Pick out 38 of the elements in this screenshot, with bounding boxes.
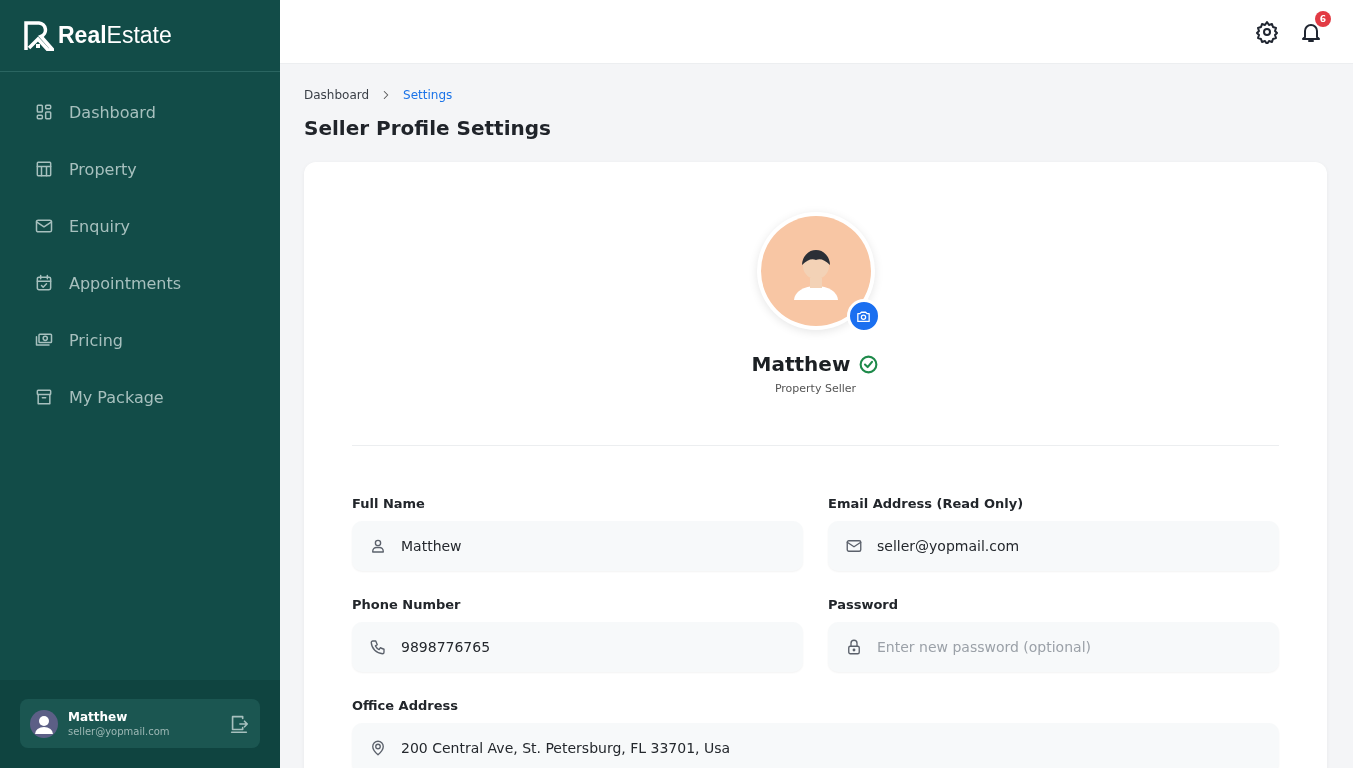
nav-item[interactable]: Enquiry xyxy=(34,208,131,244)
input-field[interactable]: 200 Central Ave, St. Petersburg, FL 33701, Usa xyxy=(352,723,1279,768)
brand-name: RealEstate xyxy=(58,22,172,49)
archive-box-icon xyxy=(34,387,54,407)
profile-role: Property Seller xyxy=(774,382,857,395)
settings-icon xyxy=(1255,19,1279,44)
user-email: seller@yopmail.com xyxy=(68,726,171,737)
page-title: Seller Profile Settings xyxy=(304,116,552,140)
logo-icon xyxy=(24,20,54,51)
user-name: Matthew xyxy=(68,710,129,724)
mail-icon xyxy=(34,216,54,236)
field-label: Office Address xyxy=(352,698,459,713)
field-label: Phone Number xyxy=(352,597,462,612)
location-pin-icon xyxy=(369,739,387,757)
grid-icon xyxy=(34,102,54,122)
calendar-check-icon xyxy=(34,273,54,293)
mail-icon xyxy=(845,537,863,555)
avatar-icon xyxy=(30,709,58,738)
nav-item[interactable]: Pricing xyxy=(34,322,123,358)
nav-item[interactable]: Appointments xyxy=(34,265,182,301)
phone-icon xyxy=(369,638,387,656)
person-icon xyxy=(369,537,387,555)
breadcrumb-link[interactable]: Dashboard xyxy=(304,88,370,102)
input-field[interactable]: 9898776765 xyxy=(352,622,803,672)
nav-item[interactable]: Property xyxy=(34,151,137,187)
settings-button[interactable] xyxy=(1255,19,1279,44)
field-label: Full Name xyxy=(352,496,426,511)
nav-item[interactable]: Dashboard xyxy=(34,94,156,130)
input-field[interactable]: seller@yopmail.com xyxy=(828,521,1279,571)
breadcrumb-link[interactable]: Settings xyxy=(403,88,453,102)
input-field[interactable]: Matthew xyxy=(352,521,803,571)
field-label: Email Address (Read Only) xyxy=(828,496,1025,511)
layout-icon xyxy=(34,159,54,179)
notification-badge: 6 xyxy=(1315,10,1331,27)
nav-item[interactable]: My Package xyxy=(34,379,164,415)
field-label: Password xyxy=(828,597,900,612)
profile-name: Matthew xyxy=(751,352,851,376)
lock-icon xyxy=(845,638,863,656)
